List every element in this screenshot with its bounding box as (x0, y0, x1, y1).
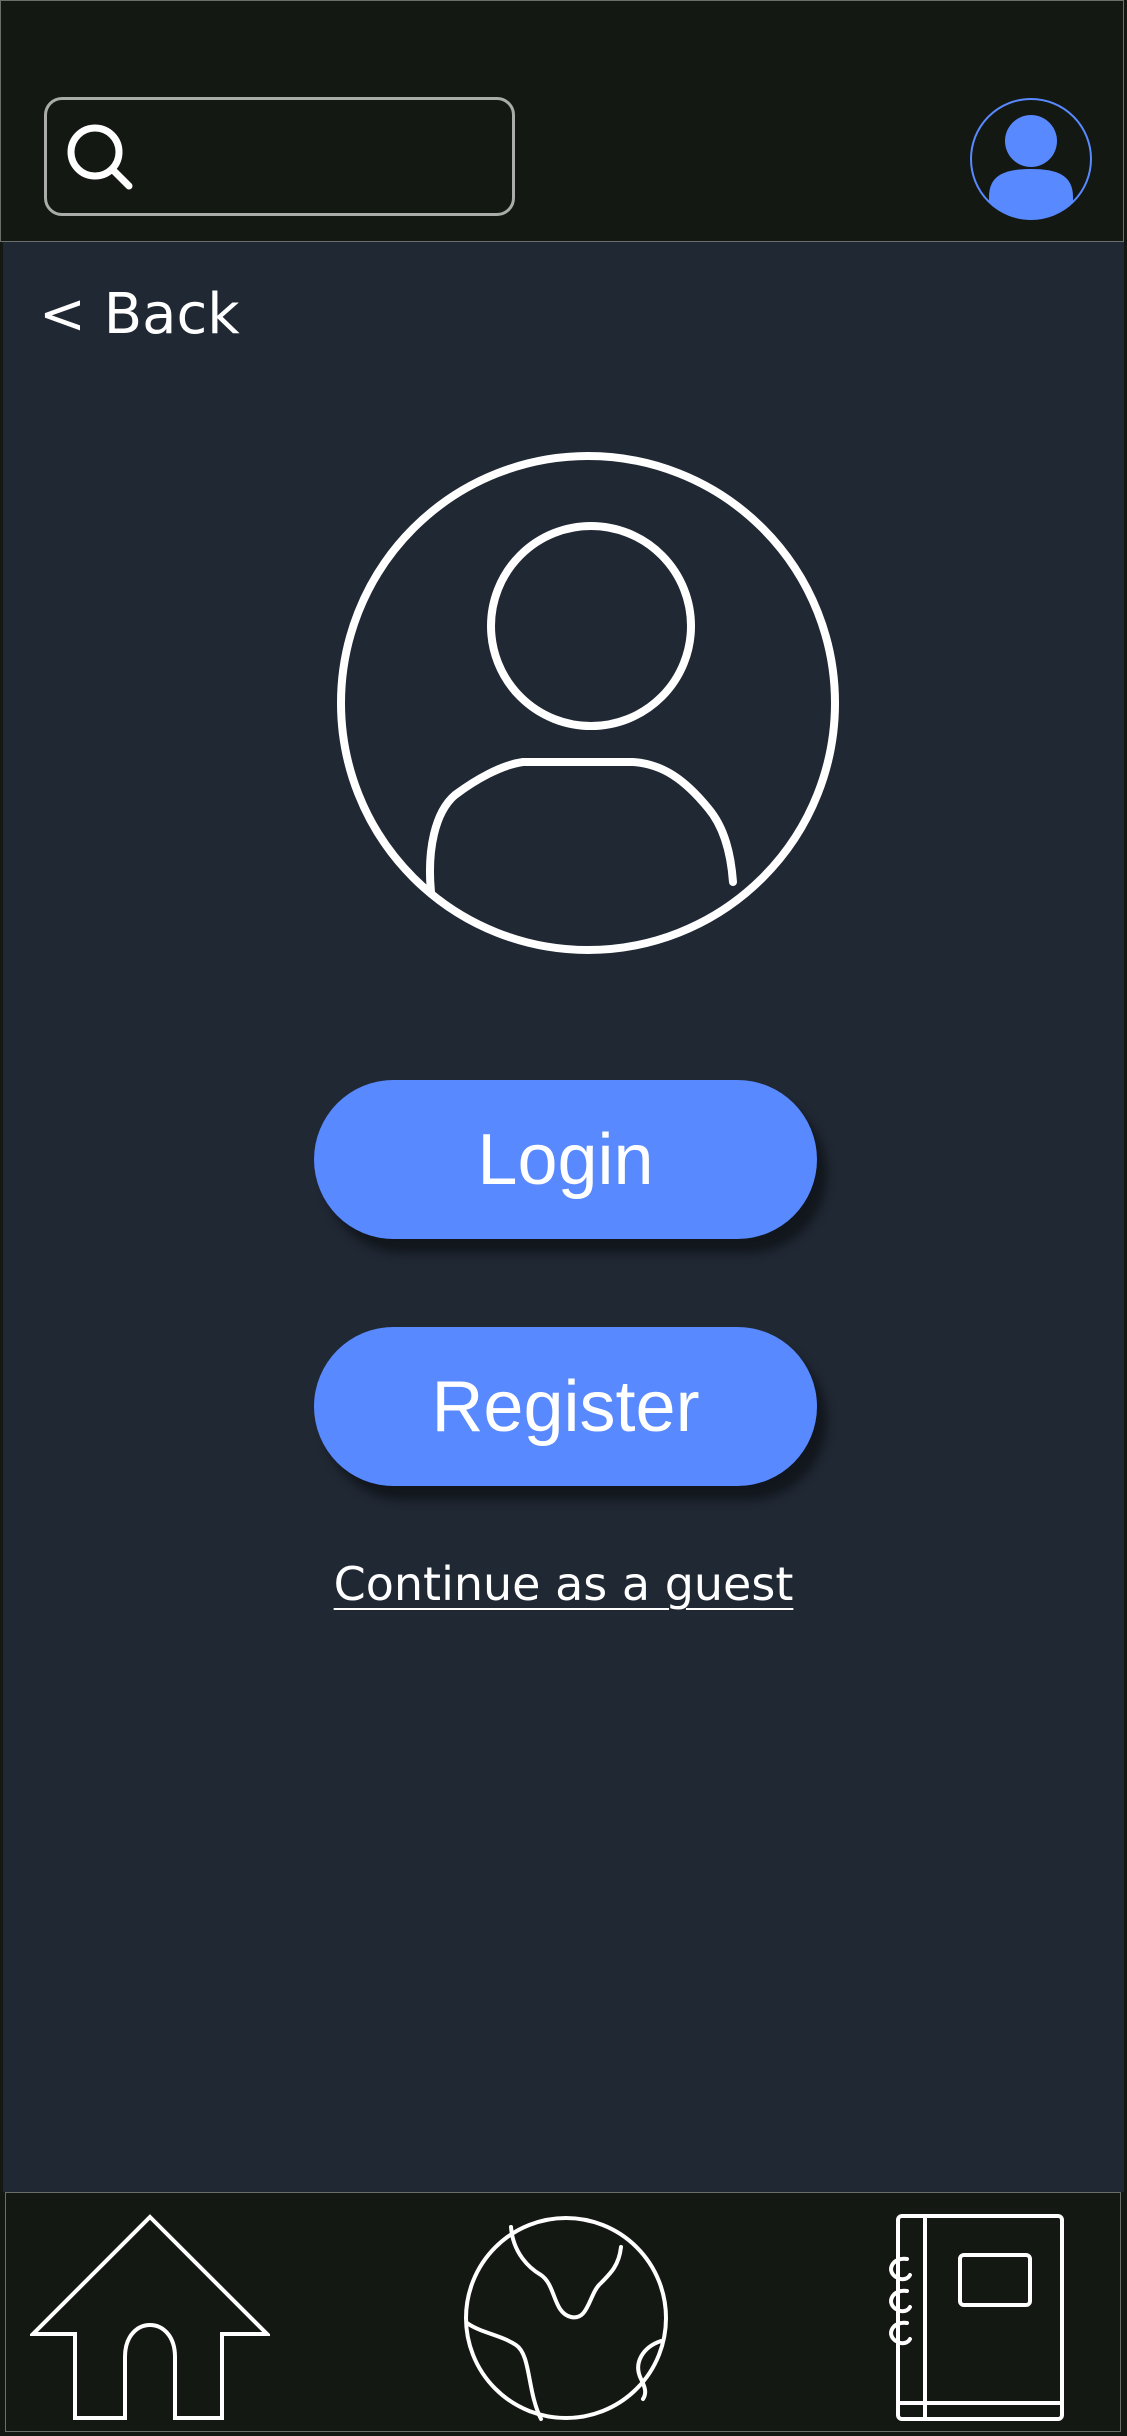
home-icon[interactable] (30, 2213, 270, 2423)
user-profile-icon (337, 452, 839, 954)
continue-as-guest-link[interactable]: Continue as a guest (3, 1557, 1124, 1611)
register-button[interactable]: Register (314, 1327, 817, 1486)
search-input[interactable] (137, 110, 497, 205)
back-link[interactable]: < Back (39, 282, 240, 347)
notebook-icon[interactable] (876, 2213, 1076, 2423)
user-avatar-icon[interactable] (969, 97, 1093, 221)
main-content: < Back Login Register Continue as a gues… (3, 242, 1124, 2192)
login-button[interactable]: Login (314, 1080, 817, 1239)
globe-icon[interactable] (461, 2213, 671, 2423)
search-bar[interactable] (44, 97, 515, 216)
search-icon (67, 124, 133, 190)
bottom-navigation (5, 2192, 1121, 2432)
top-bar (0, 0, 1124, 242)
